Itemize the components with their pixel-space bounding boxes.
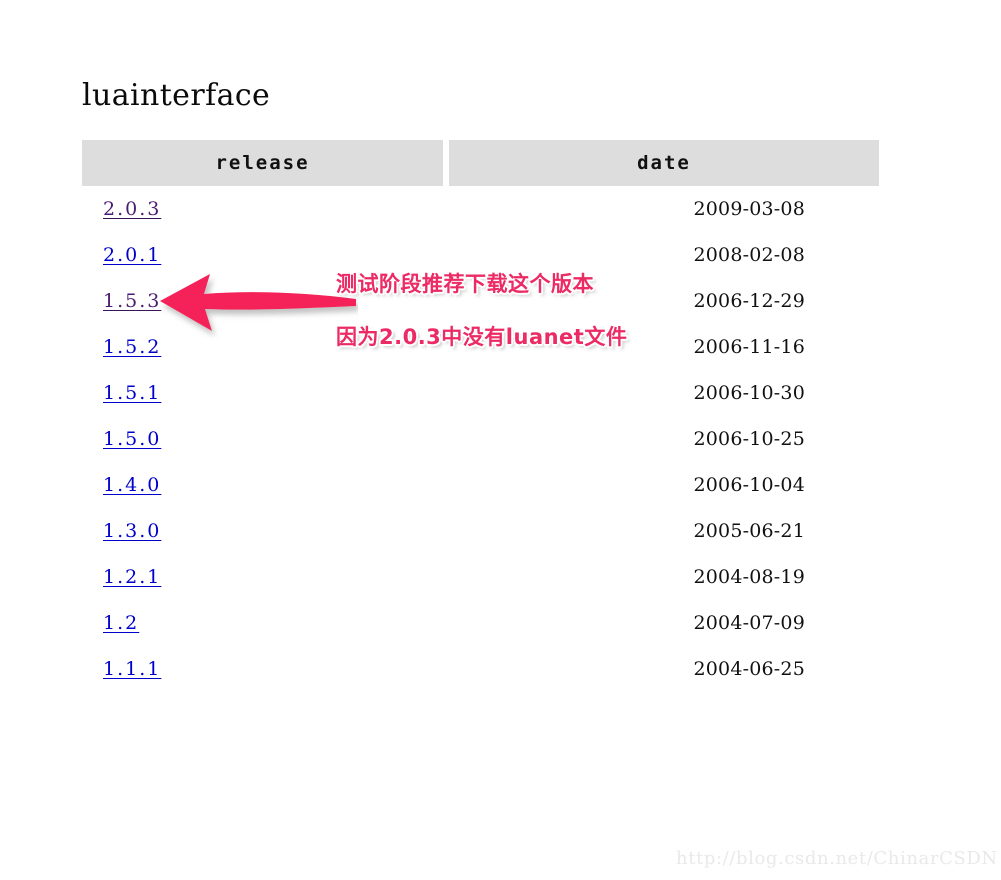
release-cell: 1.1.1 <box>82 658 443 680</box>
release-link-1-1-1[interactable]: 1.1.1 <box>103 658 161 680</box>
table-row: 1.4.0 2006-10-04 <box>82 462 879 508</box>
table-row: 1.5.1 2006-10-30 <box>82 370 879 416</box>
date-cell: 2008-02-08 <box>693 244 805 266</box>
release-link-1-2[interactable]: 1.2 <box>103 612 139 634</box>
release-cell: 2.0.3 <box>82 198 443 220</box>
release-cell: 1.4.0 <box>82 474 443 496</box>
watermark: http://blog.csdn.net/ChinarCSDN <box>676 848 998 869</box>
release-link-1-5-0[interactable]: 1.5.0 <box>103 428 161 450</box>
table-row: 1.2 2004-07-09 <box>82 600 879 646</box>
release-cell: 1.5.1 <box>82 382 443 404</box>
release-cell: 2.0.1 <box>82 244 443 266</box>
table-row: 1.2.1 2004-08-19 <box>82 554 879 600</box>
release-cell: 1.2.1 <box>82 566 443 588</box>
table-body: 2.0.3 2009-03-08 2.0.1 2008-02-08 1.5.3 2006-… <box>82 186 879 692</box>
release-link-2-0-1[interactable]: 2.0.1 <box>103 244 161 266</box>
release-link-1-5-1[interactable]: 1.5.1 <box>103 382 161 404</box>
page-title: luainterface <box>82 78 271 113</box>
date-cell: 2006-10-25 <box>693 428 805 450</box>
table-row: 1.5.0 2006-10-25 <box>82 416 879 462</box>
column-header-date: date <box>449 140 879 186</box>
release-link-1-4-0[interactable]: 1.4.0 <box>103 474 161 496</box>
table-row: 1.3.0 2005-06-21 <box>82 508 879 554</box>
annotation-line-1: 测试阶段推荐下载这个版本 <box>336 272 594 296</box>
release-link-2-0-3[interactable]: 2.0.3 <box>103 198 161 220</box>
date-cell: 2004-07-09 <box>693 612 805 634</box>
release-cell: 1.5.0 <box>82 428 443 450</box>
annotation-line-2: 因为2.0.3中没有luanet文件 <box>336 325 628 349</box>
date-cell: 2006-10-30 <box>693 382 805 404</box>
date-cell: 2004-06-25 <box>693 658 805 680</box>
column-header-release: release <box>82 140 443 186</box>
release-cell: 1.3.0 <box>82 520 443 542</box>
date-cell: 2006-10-04 <box>693 474 805 496</box>
release-link-1-5-2[interactable]: 1.5.2 <box>103 336 161 358</box>
release-link-1-2-1[interactable]: 1.2.1 <box>103 566 161 588</box>
release-link-1-3-0[interactable]: 1.3.0 <box>103 520 161 542</box>
table-row: 1.1.1 2004-06-25 <box>82 646 879 692</box>
date-cell: 2009-03-08 <box>693 198 805 220</box>
date-cell: 2004-08-19 <box>693 566 805 588</box>
table-row: 2.0.3 2009-03-08 <box>82 186 879 232</box>
release-table: release date 2.0.3 2009-03-08 2.0.1 2008-02… <box>82 140 879 692</box>
table-header-row: release date <box>82 140 879 186</box>
release-link-1-5-3[interactable]: 1.5.3 <box>103 290 161 312</box>
release-cell: 1.2 <box>82 612 443 634</box>
date-cell: 2005-06-21 <box>693 520 805 542</box>
